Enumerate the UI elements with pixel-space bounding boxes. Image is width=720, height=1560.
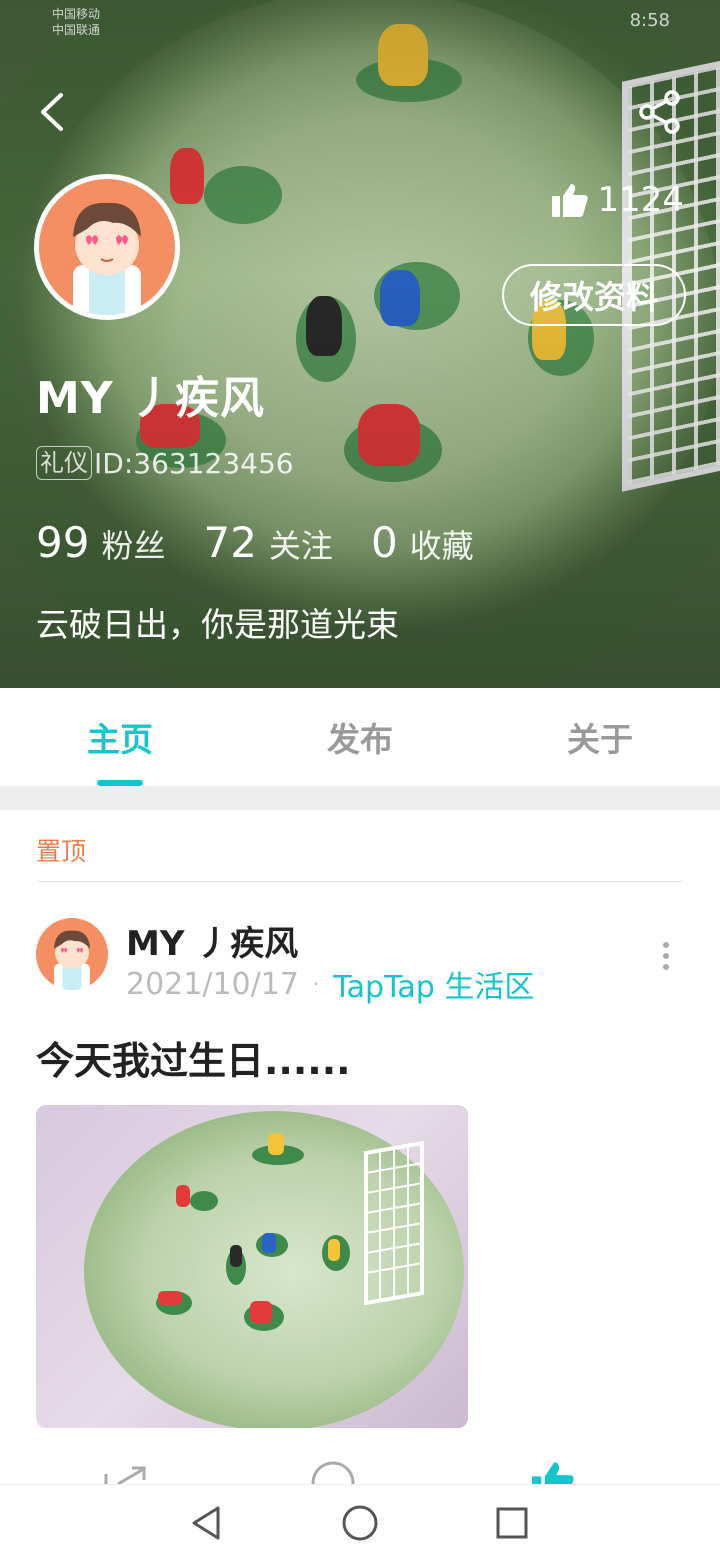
divider [36,881,684,882]
stat-label: 粉丝 [101,527,166,565]
triangle-back-icon [192,1506,220,1540]
profile-tabs: 主页 发布 关于 [0,688,720,786]
profile-id: ID:363123456 [94,446,294,480]
stat-number: 72 [203,518,257,567]
carrier-1: 中国移动 [52,7,101,21]
nav-recent-button[interactable] [492,1503,532,1543]
pinned-label: 置顶 [36,837,87,866]
thumbs-up-icon [552,184,589,217]
tab-posts[interactable]: 发布 [240,688,480,786]
tab-home[interactable]: 主页 [0,688,240,786]
carrier-info: 中国移动 中国联通 [52,6,100,38]
square-recent-icon [496,1507,528,1539]
more-vertical-icon [663,942,669,948]
post-forum-link[interactable]: TapTap 生活区 [333,962,534,1006]
repost-icon [104,1466,146,1484]
stat-label: 关注 [268,527,333,565]
tab-label: 发布 [327,720,393,759]
profile-id-row: 礼仪 ID:363123456 [36,446,294,480]
carrier-2: 中国联通 [52,23,101,37]
tab-label: 主页 [87,720,153,759]
meta-separator: · [312,972,320,996]
likes-counter: 1124 [551,180,684,220]
more-dot [663,953,669,959]
tab-about[interactable]: 关于 [480,688,720,786]
system-navigation-bar [0,1484,720,1560]
share-icon [639,90,680,134]
profile-username: MY 丿疾风 [36,373,265,424]
likes-count: 1124 [597,180,684,220]
post-author-name[interactable]: MY 丿疾风 [126,916,298,965]
nav-home-button[interactable] [340,1503,380,1543]
share-button[interactable] [634,86,686,138]
status-bar: 中国移动 中国联通 8:58 [0,0,720,44]
tab-label: 关于 [567,720,633,759]
profile-bio: 云破日出，你是那道光束 [36,605,399,644]
more-dot [663,964,669,970]
stat-number: 99 [36,518,90,567]
like-action[interactable] [530,1460,576,1484]
more-options-button[interactable] [652,936,680,976]
section-divider [0,786,720,810]
edit-profile-button[interactable]: 修改资料 [502,264,686,326]
post-meta: 2021/10/17 · TapTap 生活区 [126,962,534,1006]
etiquette-badge[interactable]: 礼仪 [36,446,92,480]
circle-home-icon [342,1505,378,1541]
repost-action[interactable] [102,1460,148,1484]
post-actions [0,1460,720,1484]
stat-followers[interactable]: 99 粉丝 [36,518,165,567]
post-title[interactable]: 今天我过生日...... [36,1030,351,1085]
back-arrow-icon [41,93,63,131]
profile-stats: 99 粉丝 72 关注 0 收藏 [36,518,512,567]
nav-back-button[interactable] [186,1503,226,1543]
profile-cover [0,0,720,688]
comment-action[interactable] [310,1460,356,1484]
profile-avatar[interactable] [34,174,180,320]
stat-favorites[interactable]: 0 收藏 [371,518,474,567]
stat-following[interactable]: 72 关注 [203,518,332,567]
avatar-illustration [73,202,141,315]
stat-number: 0 [370,518,398,567]
cover-shade [0,0,720,688]
stat-label: 收藏 [409,527,474,565]
post-date: 2021/10/17 [126,966,299,1002]
thumbs-up-icon [532,1462,574,1484]
post-image[interactable] [36,1105,468,1428]
comment-icon [311,1461,355,1484]
cake-decoration [156,1133,424,1331]
status-time: 8:58 [629,10,670,31]
avatar-illustration [54,930,90,990]
back-button[interactable] [28,86,76,138]
post-author-avatar[interactable] [36,918,108,990]
